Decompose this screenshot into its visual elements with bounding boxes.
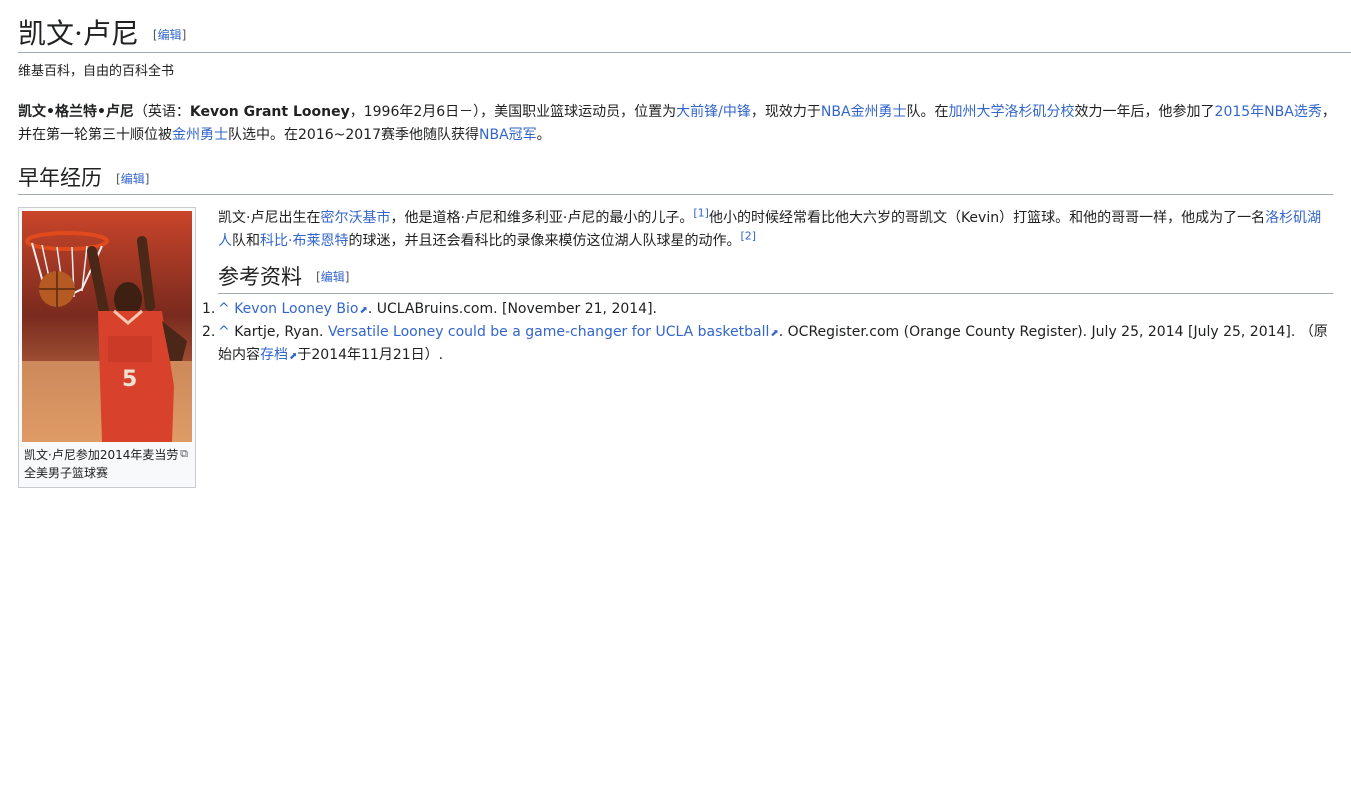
section-body: 凯文·卢尼出生在密尔沃基市，他是道格·卢尼和维多利亚·卢尼的最小的儿子。[1]他… — [202, 207, 1333, 367]
section-edit: [编辑] — [116, 171, 150, 186]
lead-text: ，现效力于 — [750, 103, 821, 120]
citation-1[interactable]: [1] — [693, 207, 709, 220]
page-title: 凯文·卢尼 [编辑] — [18, 12, 1351, 54]
reference-text: 于2014年11月21日）. — [297, 346, 444, 363]
body-text: 的球迷，并且还会看科比的录像来模仿这位湖人队球星的动作。 — [348, 233, 741, 250]
link-2015-draft[interactable]: 2015年NBA选秀 — [1215, 104, 1322, 120]
reference-text: Kartje, Ryan. — [234, 323, 328, 340]
link-kobe[interactable]: 科比·布莱恩特 — [260, 233, 348, 249]
subject-english-name: Kevon Grant Looney — [189, 103, 350, 120]
link-nba-champion[interactable]: NBA冠军 — [479, 127, 537, 143]
reference-link[interactable]: Kevon Looney Bio — [234, 301, 368, 317]
site-subtitle: 维基百科，自由的百科全书 — [18, 64, 175, 80]
subject-name: 凯文•格兰特•卢尼 — [18, 103, 134, 120]
reference-list: 1.^ Kevon Looney Bio. UCLABruins.com. [N… — [202, 298, 1333, 367]
lead-paragraph: 凯文•格兰特•卢尼（英语：Kevon Grant Looney，1996年2月6… — [18, 101, 1338, 147]
lead-text: 效力一年后，他参加了 — [1074, 103, 1215, 120]
link-ucla[interactable]: 加州大学洛杉矶分校 — [949, 104, 1075, 120]
body-text: ，他是道格·卢尼和维多利亚·卢尼的最小的儿子。 — [390, 210, 694, 227]
reference-link[interactable]: Versatile Looney could be a game-changer… — [328, 324, 779, 340]
lead-text: 。 — [536, 126, 551, 143]
reference-item: 2. ^ Kartje, Ryan. Versatile Looney could… — [202, 321, 1333, 367]
body-text: 队和 — [232, 233, 260, 250]
lead-text: 队选中。在2016~2017赛季他随队获得 — [228, 126, 479, 143]
link-warriors-2[interactable]: 金州勇士 — [172, 127, 228, 143]
edit-title-link[interactable]: 编辑 — [158, 28, 182, 42]
backlink-caret[interactable]: ^ — [218, 324, 230, 340]
citation-2[interactable]: [2] — [740, 230, 756, 243]
section-edit: [编辑] — [316, 270, 350, 285]
link-warriors[interactable]: 金州勇士 — [851, 104, 907, 120]
section-heading-references: 参考资料 [编辑] — [218, 264, 1333, 294]
archive-link[interactable]: 存档 — [260, 347, 297, 363]
link-nba[interactable]: NBA — [821, 104, 851, 120]
reference-text: . UCLABruins.com. [November 21, 2014]. — [367, 300, 657, 317]
link-basketball[interactable]: 篮球 — [550, 104, 578, 120]
early-life-paragraph: 凯文·卢尼出生在密尔沃基市，他是道格·卢尼和维多利亚·卢尼的最小的儿子。[1]他… — [218, 207, 1333, 253]
title-edit-section: [编辑] — [152, 27, 187, 42]
lead-text: 队。在 — [906, 103, 949, 120]
page-title-text: 凯文·卢尼 — [18, 17, 139, 50]
thumbnail-caption: ⧉ 凯文·卢尼参加2014年麦当劳全美男子篮球赛 — [22, 442, 192, 484]
link-power-forward[interactable]: 大前锋 — [676, 104, 718, 120]
section-heading-text: 参考资料 — [218, 264, 302, 289]
body-text: 他小的时候经常看比他大六岁的哥凯文（Kevin）打篮球。和他的哥哥一样，他成为了… — [708, 210, 1266, 227]
link-milwaukee[interactable]: 密尔沃基市 — [320, 210, 390, 226]
body-text: 凯文·卢尼出生在 — [218, 210, 321, 227]
link-center[interactable]: 中锋 — [723, 104, 751, 120]
article: 凯文·卢尼 [编辑] 维基百科，自由的百科全书 凯文•格兰特•卢尼（英语：Kevo… — [0, 0, 1351, 489]
thumbnail: 5 ⧉ 凯文·卢尼参加2014年麦当劳全美男子篮球赛 — [18, 207, 196, 489]
lead-text: 运动员，位置为 — [578, 103, 677, 120]
edit-references-link[interactable]: 编辑 — [321, 270, 345, 284]
lead-text: （英语： — [133, 103, 190, 120]
caption-text: 凯文·卢尼参加2014年麦当劳全美男子篮球赛 — [24, 448, 179, 481]
lead-text: ，1996年2月6日－），美国职业 — [349, 103, 551, 120]
jersey-number: 5 — [122, 367, 137, 392]
reference-number: 1. — [202, 300, 216, 317]
edit-early-life-link[interactable]: 编辑 — [121, 172, 145, 186]
section-heading-text: 早年经历 — [18, 166, 102, 191]
section-heading-early-life: 早年经历 [编辑] — [18, 165, 1333, 196]
magnify-icon[interactable]: ⧉ — [180, 446, 188, 463]
reference-number: 2. — [202, 323, 216, 340]
player-photo[interactable]: 5 — [22, 211, 192, 443]
backlink-caret[interactable]: ^ — [218, 301, 230, 317]
reference-item: 1.^ Kevon Looney Bio. UCLABruins.com. [N… — [202, 298, 1333, 321]
